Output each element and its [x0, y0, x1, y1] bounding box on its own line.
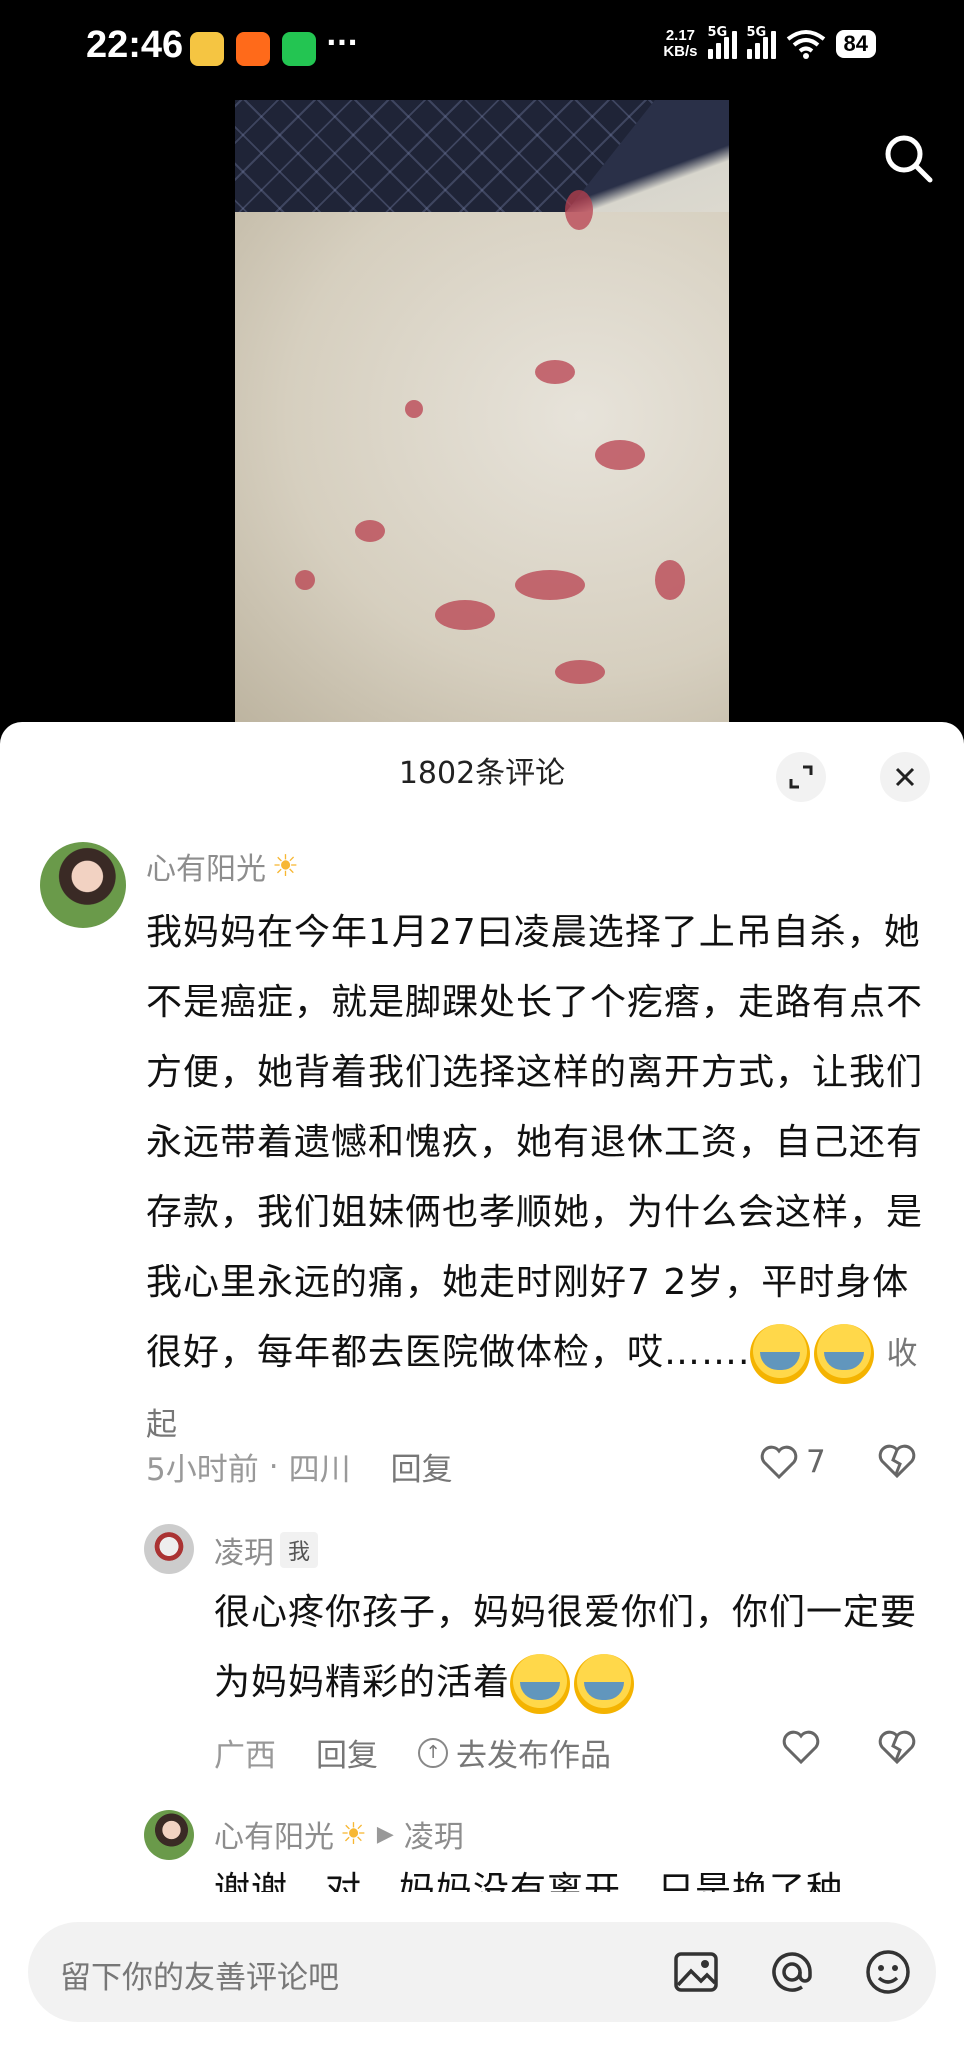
avatar[interactable] [40, 842, 126, 928]
me-badge: 我 [280, 1532, 319, 1568]
heart-icon [782, 1730, 820, 1764]
crying-emoji [814, 1324, 875, 1384]
comment-location: 四川 [288, 1452, 351, 1488]
sun-emoji: ☀ [272, 848, 299, 884]
reply-button[interactable]: 回复 [316, 1730, 378, 1775]
comment-location: 广西 [214, 1738, 276, 1774]
dislike-button[interactable] [878, 1730, 916, 1773]
like-button[interactable]: 7 [760, 1444, 826, 1480]
reply-arrow-icon: ▶ [376, 1821, 394, 1847]
at-icon [772, 1952, 812, 1992]
image-icon [674, 1952, 718, 1992]
more-notifications-icon: ··· [326, 26, 358, 59]
status-bar: 22:46 ··· 2.17 KB/s 5G 5G 84 [0, 0, 964, 100]
avatar[interactable] [144, 1524, 194, 1574]
emoji-button[interactable] [862, 1946, 914, 1998]
comment-time: 5小时前 [146, 1452, 259, 1488]
comment-username[interactable]: 凌玥 我 [214, 1528, 319, 1572]
crying-emoji [510, 1654, 571, 1714]
crying-emoji [750, 1324, 811, 1384]
close-icon [895, 767, 915, 787]
comment-input-placeholder: 留下你的友善评论吧 [60, 1960, 339, 1996]
message-notification-icon [282, 32, 316, 66]
app-notification-icon [190, 32, 224, 66]
comment-text: 我妈妈在今年1月27曰凌晨选择了上吊自杀，她不是癌症，就是脚踝处长了个疙瘩，走路… [146, 912, 924, 1443]
status-time: 22:46 [86, 24, 184, 66]
comment-text: 谢谢，对，妈妈没有离开，只是换了种 [214, 1870, 844, 1892]
video-cloth [235, 211, 729, 722]
comment-meta: 广西 回复 ↑ 去发布作品 [214, 1730, 611, 1775]
publish-link[interactable]: ↑ 去发布作品 [418, 1730, 611, 1775]
signal-icon: 5G [746, 25, 776, 59]
comment-input[interactable]: 留下你的友善评论吧 [28, 1922, 936, 2022]
notification-icons [190, 32, 316, 66]
video-preview[interactable] [235, 100, 729, 722]
expand-icon [789, 765, 813, 789]
like-button[interactable] [782, 1730, 820, 1764]
like-count: 7 [806, 1444, 826, 1480]
emoji-icon [866, 1950, 910, 1994]
expand-button[interactable] [776, 752, 826, 802]
comment-username[interactable]: 心有阳光 ☀ [146, 844, 299, 888]
signal-icon: 5G [707, 25, 737, 59]
comment-meta: 5小时前 · 四川 回复 [146, 1444, 453, 1489]
wifi-icon [786, 30, 825, 59]
image-button[interactable] [670, 1946, 722, 1998]
avatar[interactable] [144, 1810, 194, 1860]
app-notification-icon [236, 32, 270, 66]
network-speed: 2.17 KB/s [663, 27, 698, 60]
comment-text: 很心疼你孩子，妈妈很爱你们，你们一定要为妈妈精彩的活着 [214, 1578, 934, 1718]
broken-heart-icon [878, 1444, 916, 1479]
close-button[interactable] [880, 752, 930, 802]
battery-indicator: 84 [835, 30, 876, 58]
comment-username[interactable]: 心有阳光 ☀ ▶ 凌玥 [214, 1812, 464, 1856]
upload-icon: ↑ [418, 1737, 448, 1768]
broken-heart-icon [878, 1730, 916, 1765]
comment-sheet: 1802条评论 心有阳光 ☀ 我妈妈在今年1月27曰凌晨选择了上吊自杀，她不是癌症… [0, 722, 964, 2048]
reply-button[interactable]: 回复 [391, 1444, 453, 1489]
mention-button[interactable] [766, 1946, 818, 1998]
crying-emoji [574, 1654, 635, 1714]
heart-icon [760, 1445, 798, 1479]
search-icon[interactable] [880, 130, 936, 186]
sun-emoji: ☀ [340, 1816, 367, 1852]
status-right: 2.17 KB/s 5G 5G 84 [663, 25, 876, 60]
dislike-button[interactable] [878, 1444, 916, 1487]
